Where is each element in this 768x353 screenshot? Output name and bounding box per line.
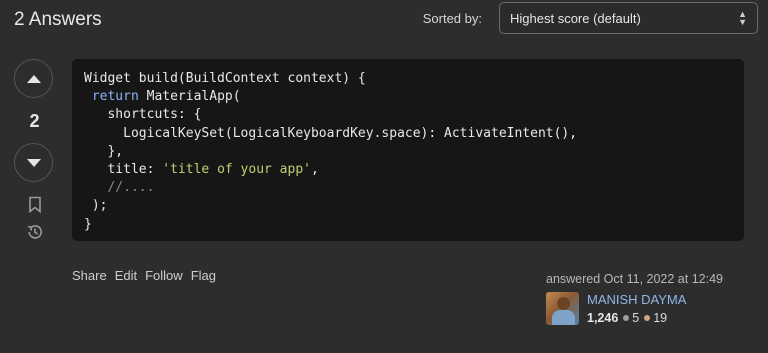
reputation-score: 1,246: [587, 311, 619, 325]
code-line: }: [84, 216, 92, 232]
code-keyword: return: [91, 89, 139, 105]
silver-badge-count: 5: [632, 311, 640, 325]
sorted-by-label: Sorted by:: [422, 11, 482, 26]
username-link[interactable]: MANISH DAYMA: [587, 292, 686, 307]
vote-score: 2: [29, 111, 40, 131]
code-block: Widget build(BuildContext context) { ret…: [72, 59, 744, 241]
avatar[interactable]: [546, 292, 579, 325]
code-text: ,: [311, 162, 319, 178]
upvote-arrow-icon: [26, 74, 41, 83]
share-link[interactable]: Share: [72, 268, 107, 283]
chevron-up-down-icon: ▲ ▼: [738, 9, 747, 27]
code-line: },: [84, 143, 124, 159]
bronze-badge-count: 19: [653, 311, 668, 325]
history-button[interactable]: [14, 223, 55, 241]
code-text: title:: [84, 162, 163, 178]
code-text: MaterialApp(: [138, 89, 241, 105]
code-line: shortcuts: {: [84, 107, 202, 123]
code-line: );: [84, 198, 108, 214]
code-line: title: 'title of your app',: [84, 161, 732, 179]
user-info: MANISH DAYMA 1,246 5 19: [546, 292, 756, 326]
code-line: LogicalKeySet(LogicalKeyboardKey.space):…: [84, 125, 578, 141]
code-comment: //....: [107, 180, 155, 196]
reputation-line: 1,246 5 19: [587, 311, 667, 325]
history-icon: [27, 225, 42, 239]
code-string: 'title of your app': [162, 162, 311, 178]
code-line: //....: [84, 179, 732, 197]
answers-header: 2 Answers Sorted by: Highest score (defa…: [14, 2, 758, 35]
vote-column: 2: [14, 59, 55, 241]
silver-badge-icon: [623, 315, 630, 322]
answers-count-title: 2 Answers: [14, 9, 102, 30]
downvote-button[interactable]: [14, 143, 53, 182]
upvote-button[interactable]: [14, 59, 53, 98]
edit-link[interactable]: Edit: [115, 268, 137, 283]
answered-timestamp: answered Oct 11, 2022 at 12:49: [546, 272, 723, 286]
bookmark-icon: [28, 196, 41, 213]
code-line: return MaterialApp(: [84, 88, 732, 106]
bookmark-button[interactable]: [14, 196, 55, 213]
flag-link[interactable]: Flag: [191, 268, 216, 283]
bronze-badge-icon: [644, 315, 651, 322]
sort-selected-value: Highest score (default): [510, 11, 641, 26]
user-card: answered Oct 11, 2022 at 12:49 MANISH DA…: [546, 272, 756, 325]
code-line: Widget build(BuildContext context) {: [84, 71, 366, 86]
downvote-arrow-icon: [26, 158, 41, 167]
sort-select[interactable]: Highest score (default) ▲ ▼: [499, 2, 758, 34]
follow-link[interactable]: Follow: [145, 268, 183, 283]
post-menu: Share Edit Follow Flag: [72, 268, 224, 283]
